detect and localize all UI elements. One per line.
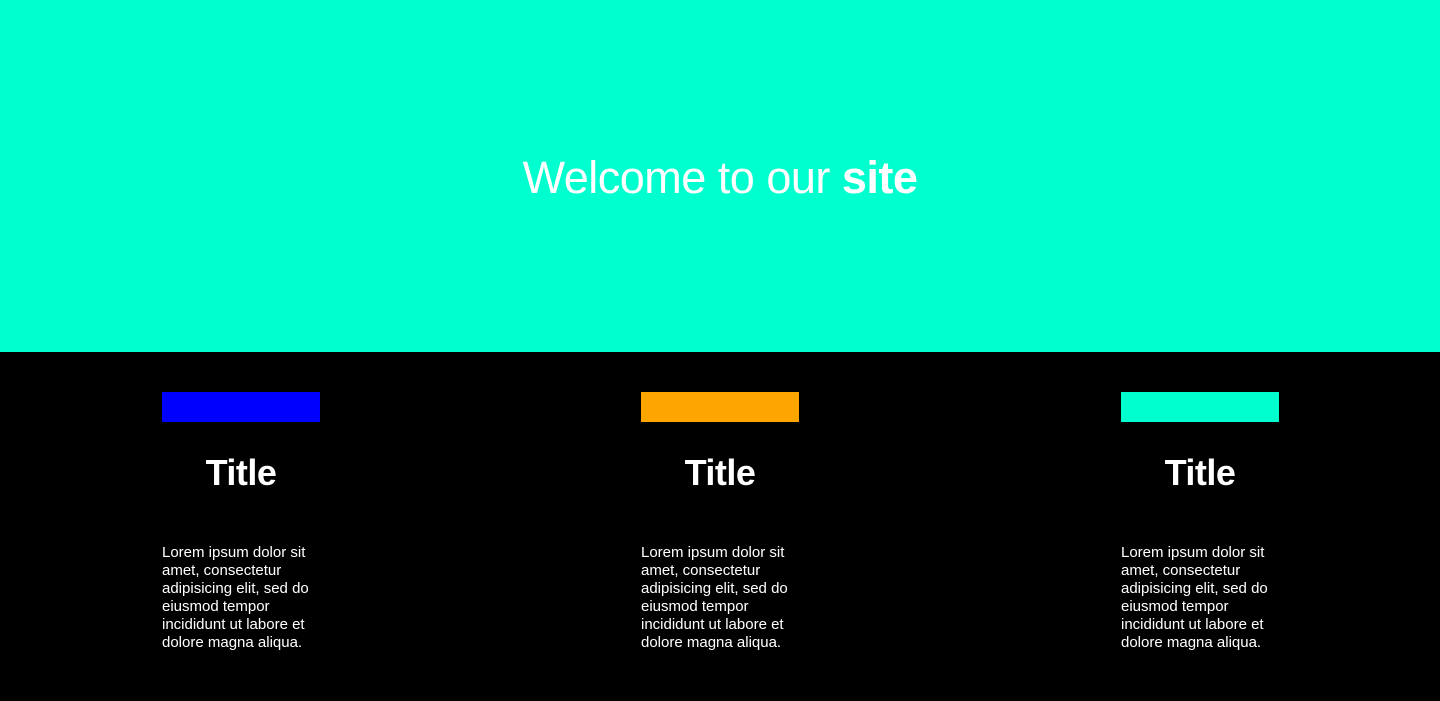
hero-title: Welcome to our site — [0, 148, 1440, 208]
hero-section: Welcome to our site — [0, 0, 1440, 352]
hero-title-light: Welcome to our — [522, 152, 842, 203]
feature-card-2: Title Lorem ipsum dolor sit amet, consec… — [641, 392, 801, 652]
feature-text: Lorem ipsum dolor sit amet, consectetur … — [162, 544, 309, 651]
hero-title-bold: site — [841, 152, 918, 203]
feature-card-1: Title Lorem ipsum dolor sit amet, consec… — [162, 392, 322, 652]
feature-text: Lorem ipsum dolor sit amet, consectetur … — [641, 544, 788, 651]
feature-color-swatch — [1121, 392, 1279, 422]
features-section: Title Lorem ipsum dolor sit amet, consec… — [0, 352, 1440, 701]
feature-title: Title — [1164, 452, 1236, 493]
feature-title: Title — [684, 452, 756, 493]
feature-card-3: Title Lorem ipsum dolor sit amet, consec… — [1121, 392, 1281, 652]
feature-color-swatch — [641, 392, 799, 422]
feature-color-swatch — [162, 392, 320, 422]
feature-text: Lorem ipsum dolor sit amet, consectetur … — [1121, 544, 1268, 651]
feature-title: Title — [205, 452, 277, 493]
